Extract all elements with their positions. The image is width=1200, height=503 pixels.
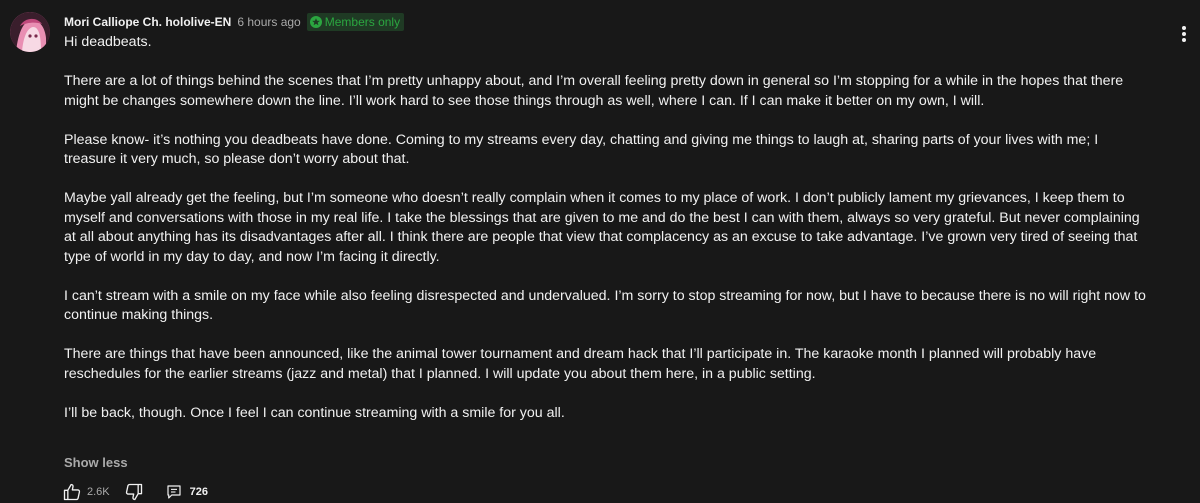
comment-count[interactable]: 726 — [190, 486, 208, 498]
channel-avatar[interactable] — [10, 12, 50, 52]
post-actions: 2.6K 726 — [60, 480, 208, 503]
avatar-image — [10, 12, 50, 52]
comments-button[interactable] — [162, 480, 186, 503]
more-actions-button[interactable] — [1174, 22, 1194, 46]
post-paragraph: I’ll be back, though. Once I feel I can … — [64, 404, 565, 421]
post-paragraph: There are a lot of things behind the sce… — [64, 73, 1128, 109]
post-body: Hi deadbeats. There are a lot of things … — [64, 33, 1154, 423]
more-vert-icon — [1182, 26, 1186, 42]
thumbs-up-icon — [63, 483, 81, 501]
show-less-button[interactable]: Show less — [64, 455, 128, 470]
community-post: Mori Calliope Ch. hololive-EN 6 hours ag… — [0, 0, 1200, 503]
like-count: 2.6K — [87, 486, 110, 498]
comment-icon — [167, 485, 181, 499]
members-only-label: Members only — [324, 15, 401, 29]
post-paragraph: There are things that have been announce… — [64, 346, 1101, 382]
post-paragraph: Maybe yall already get the feeling, but … — [64, 190, 1144, 265]
post-time[interactable]: 6 hours ago — [237, 15, 300, 29]
post-paragraph: Hi deadbeats. — [64, 34, 152, 50]
members-only-badge: Members only — [306, 13, 405, 31]
thumbs-down-icon — [125, 483, 142, 501]
post-header: Mori Calliope Ch. hololive-EN 6 hours ag… — [64, 12, 405, 32]
dislike-button[interactable] — [122, 480, 146, 503]
like-button[interactable] — [60, 480, 84, 503]
author-name[interactable]: Mori Calliope Ch. hololive-EN — [64, 15, 231, 29]
members-star-icon — [309, 16, 322, 28]
post-paragraph: Please know- it’s nothing you deadbeats … — [64, 131, 1103, 168]
post-paragraph: I can’t stream with a smile on my face w… — [64, 287, 1150, 324]
